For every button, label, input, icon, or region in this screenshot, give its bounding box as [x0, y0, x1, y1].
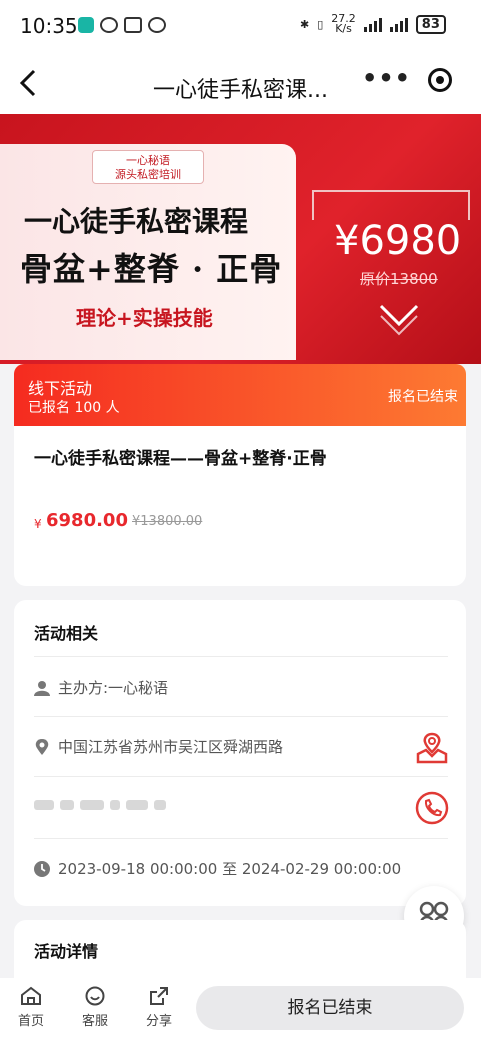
- app-notification-icon: [78, 17, 94, 33]
- banner-tag-line1: 一心秘语: [126, 154, 170, 167]
- tab-home-label: 首页: [17, 1014, 44, 1029]
- chat-icon: [85, 986, 105, 1006]
- location-pin-icon: [34, 739, 50, 755]
- nav-bar: 一心徒手私密课... •••: [0, 56, 481, 114]
- user-icon: [34, 680, 50, 696]
- battery-icon: 83: [415, 14, 446, 34]
- net-speed-unit: K/s: [335, 22, 352, 35]
- banner-tag-line2: 源头私密培训: [115, 168, 181, 181]
- signup-count: 已报名 100 人: [28, 400, 120, 416]
- tab-home[interactable]: 首页: [6, 986, 56, 1029]
- banner-tag: 一心秘语 源头私密培训: [92, 150, 204, 184]
- share-icon: [150, 987, 168, 1005]
- signal-icon-2: [389, 16, 408, 32]
- details-heading: 活动详情: [34, 942, 99, 961]
- status-right-icons: ✱ ▯ 27.2 K/s 83: [300, 13, 446, 35]
- related-heading: 活动相关: [34, 624, 99, 643]
- divider: [34, 838, 448, 839]
- chevron-down-icon: [378, 300, 420, 342]
- home-icon: [21, 986, 41, 1005]
- tab-share-label: 分享: [145, 1014, 172, 1029]
- banner-subtitle: 理论+实操技能: [76, 306, 213, 330]
- banner-price: ¥6980: [334, 218, 462, 264]
- tab-service-label: 客服: [81, 1014, 108, 1029]
- net-speed: 27.2 K/s: [331, 13, 356, 35]
- divider: [34, 776, 448, 777]
- tab-service[interactable]: 客服: [70, 986, 120, 1029]
- tab-share[interactable]: 分享: [134, 986, 184, 1029]
- price-currency: ¥: [34, 517, 42, 531]
- more-menu-icon[interactable]: •••: [362, 64, 411, 92]
- alarm-icon: [148, 17, 166, 33]
- divider: [34, 656, 448, 657]
- clock-icon: [34, 861, 50, 877]
- banner-original-price: 原价13800: [360, 270, 438, 288]
- close-miniapp-icon[interactable]: [428, 68, 452, 92]
- price-current: 6980.00: [46, 510, 128, 531]
- nfc-icon: [124, 17, 142, 33]
- divider: [34, 716, 448, 717]
- time-range-text: 2023-09-18 00:00:00 至 2024-02-29 00:00:0…: [58, 860, 402, 878]
- banner-price-frame: [312, 190, 470, 220]
- course-title: 一心徒手私密课程——骨盆+整脊·正骨: [34, 449, 327, 469]
- map-icon[interactable]: [414, 730, 450, 766]
- status-time: 10:35: [20, 14, 78, 38]
- signal-icon: [363, 16, 382, 32]
- phone-icon[interactable]: [414, 790, 450, 826]
- activity-status: 报名已结束: [388, 389, 458, 405]
- activity-type: 线下活动: [28, 379, 93, 398]
- phone-number-redacted: [34, 800, 166, 810]
- price-original: ¥13800.00: [132, 514, 203, 529]
- signup-button[interactable]: 报名已结束: [196, 986, 464, 1030]
- address-text: 中国江苏省苏州市吴江区舜湖西路: [58, 738, 284, 756]
- bluetooth-icon: ✱: [300, 17, 310, 31]
- status-bar: 10:35 ✱ ▯ 27.2 K/s 83: [0, 0, 481, 56]
- status-left-icons: [78, 17, 166, 33]
- organizer-text: 主办方:一心秘语: [58, 679, 169, 697]
- vibrate-icon: ▯: [317, 17, 324, 31]
- banner-title-line1: 一心徒手私密课程: [24, 205, 249, 238]
- eye-icon: [100, 17, 118, 33]
- banner-title-line2: 骨盆+整脊 · 正骨: [20, 250, 283, 288]
